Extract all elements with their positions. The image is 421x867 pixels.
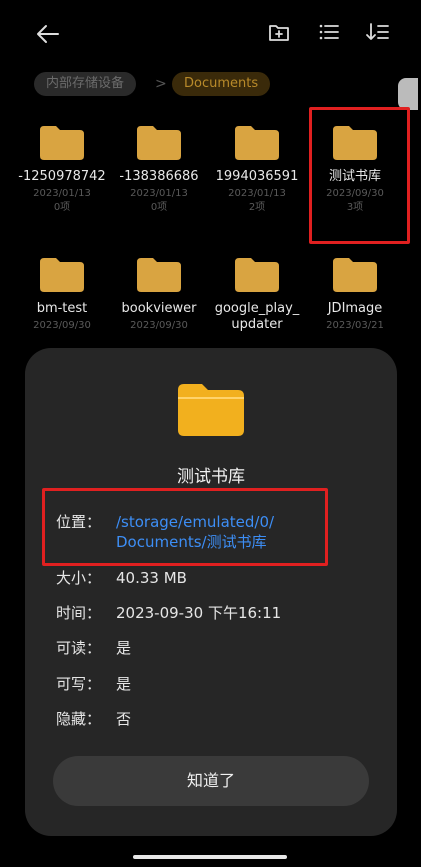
- folder-item[interactable]: bookviewer 2023/09/30: [111, 258, 207, 332]
- folder-date: 2023/01/13: [33, 188, 91, 199]
- size-label: 大小：: [56, 569, 102, 587]
- folder-date: 2023/09/30: [130, 320, 188, 331]
- time-value: 2023-09-30 下午16:11: [116, 604, 282, 622]
- time-row: 时间： 2023-09-30 下午16:11: [56, 603, 281, 623]
- breadcrumb-root[interactable]: 内部存储设备: [34, 72, 137, 96]
- folder-name: bm-test: [36, 301, 88, 316]
- folder-item[interactable]: bm-test 2023/09/30: [14, 258, 110, 332]
- sheet-title: 测试书库: [177, 467, 245, 487]
- folder-details-sheet: 测试书库 位置：/storage/emulated/0/Documents/测试…: [25, 348, 397, 836]
- new-folder-icon[interactable]: [265, 18, 293, 46]
- folder-icon: [333, 258, 377, 292]
- arrow-left-icon[interactable]: [34, 20, 62, 48]
- folder-item[interactable]: -138386686 2023/01/13 0项: [111, 126, 207, 214]
- folder-date: 2023/09/30: [33, 320, 91, 331]
- folder-icon: [235, 126, 279, 160]
- folder-name: JDImage: [327, 301, 383, 316]
- folder-date: 2023/01/13: [228, 188, 286, 199]
- folder-item[interactable]: -1250978742 2023/01/13 0项: [14, 126, 110, 214]
- folder-name-line2: updater: [231, 317, 283, 332]
- time-label: 时间：: [56, 604, 102, 622]
- readable-value: 是: [116, 639, 132, 657]
- breadcrumb-separator: >: [155, 76, 167, 92]
- folder-icon: [137, 126, 181, 160]
- hidden-row: 隐藏： 否: [56, 709, 131, 729]
- writable-label: 可写：: [56, 675, 102, 693]
- folder-name: 1994036591: [215, 169, 299, 184]
- folder-item[interactable]: 1994036591 2023/01/13 2项: [209, 126, 305, 214]
- hidden-value: 否: [116, 710, 132, 728]
- folder-item[interactable]: JDImage 2023/03/21: [307, 258, 403, 332]
- folder-count: 2项: [248, 202, 266, 213]
- hidden-label: 隐藏：: [56, 710, 102, 728]
- highlight-box: [309, 107, 410, 244]
- folder-item[interactable]: google_play_ updater: [209, 258, 305, 332]
- home-indicator[interactable]: [133, 855, 287, 859]
- list-view-icon[interactable]: [315, 18, 343, 46]
- folder-name: -1250978742: [18, 169, 106, 184]
- folder-date: 2023/03/21: [326, 320, 384, 331]
- folder-name: bookviewer: [121, 301, 197, 316]
- folder-icon: [40, 258, 84, 292]
- folder-name: google_play_: [214, 301, 300, 316]
- folder-count: 0项: [150, 202, 168, 213]
- side-handle[interactable]: [398, 78, 418, 110]
- writable-row: 可写： 是: [56, 674, 131, 694]
- highlight-box: [42, 488, 328, 566]
- folder-icon: [178, 384, 244, 436]
- size-row: 大小： 40.33 MB: [56, 568, 187, 588]
- folder-name: -138386686: [119, 169, 199, 184]
- folder-date: 2023/01/13: [130, 188, 188, 199]
- breadcrumb-current[interactable]: Documents: [172, 72, 271, 96]
- readable-label: 可读：: [56, 639, 102, 657]
- folder-count: 0项: [53, 202, 71, 213]
- writable-value: 是: [116, 675, 132, 693]
- size-value: 40.33 MB: [116, 569, 187, 587]
- readable-row: 可读： 是: [56, 638, 131, 658]
- sort-icon[interactable]: [364, 18, 392, 46]
- folder-icon: [235, 258, 279, 292]
- ok-button[interactable]: 知道了: [53, 756, 369, 806]
- folder-icon: [137, 258, 181, 292]
- folder-icon: [40, 126, 84, 160]
